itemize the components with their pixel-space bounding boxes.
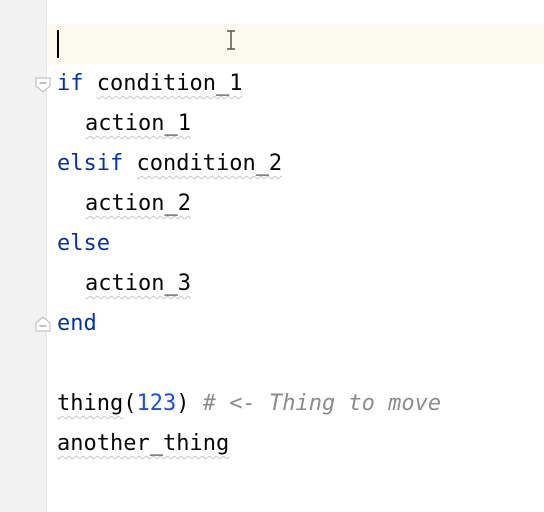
code-line-action-1[interactable]: action_1	[57, 104, 191, 144]
comment: # <- Thing to move	[202, 391, 442, 416]
identifier-action-1: action_1	[85, 111, 191, 136]
code-line-else[interactable]: else	[57, 224, 110, 264]
number-literal: 123	[136, 391, 177, 416]
code-line-action-3[interactable]: action_3	[57, 264, 191, 304]
keyword-end: end	[57, 311, 97, 336]
code-line-action-2[interactable]: action_2	[57, 184, 191, 224]
code-line-end[interactable]: end	[57, 304, 97, 344]
code-line-if[interactable]: if condition_1	[57, 64, 242, 104]
code-editor[interactable]: if condition_1 action_1 elsif condition_…	[0, 0, 544, 512]
fold-end-icon[interactable]	[35, 316, 51, 332]
identifier-action-3: action_3	[85, 271, 191, 296]
identifier-thing: thing	[57, 391, 124, 416]
identifier-condition-1: condition_1	[96, 71, 243, 96]
code-line-another-thing[interactable]: another_thing	[57, 424, 229, 464]
identifier-condition-2: condition_2	[136, 151, 283, 176]
keyword-elsif: elsif	[57, 151, 124, 176]
current-line-highlight	[47, 24, 544, 64]
keyword-if: if	[57, 71, 84, 96]
text-caret	[57, 30, 59, 58]
code-line-elsif[interactable]: elsif condition_2	[57, 144, 282, 184]
identifier-another-thing: another_thing	[57, 431, 230, 456]
code-line-thing[interactable]: thing(123) # <- Thing to move	[57, 384, 441, 424]
fold-start-icon[interactable]	[35, 77, 51, 93]
open-paren: (	[123, 391, 137, 416]
keyword-else: else	[57, 231, 110, 256]
identifier-action-2: action_2	[85, 191, 191, 216]
close-paren: )	[176, 391, 190, 416]
text-cursor-icon	[227, 30, 235, 50]
